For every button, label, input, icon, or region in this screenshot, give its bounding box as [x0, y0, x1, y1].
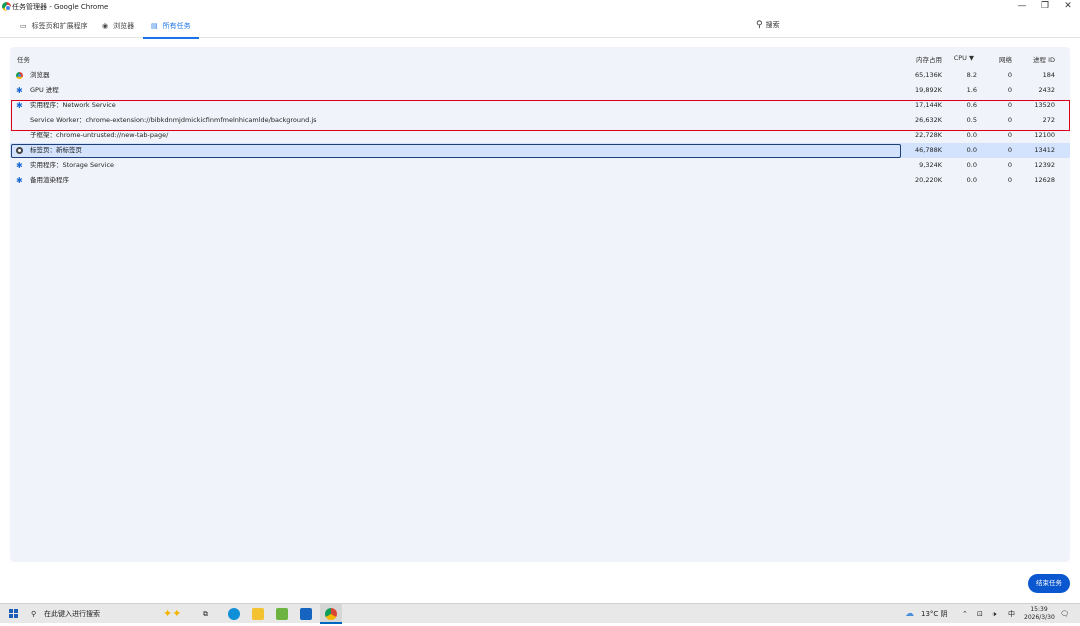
puzzle-icon: ✱: [16, 86, 23, 95]
minimize-button[interactable]: —: [1011, 0, 1033, 12]
table-row[interactable]: ✱ 备用渲染程序 20,220K 0.0 0 12628: [10, 173, 1070, 188]
pid-value: 12628: [1034, 176, 1055, 184]
table-row[interactable]: ✱ GPU 进程 19,892K 1.6 0 2432: [10, 83, 1070, 98]
list-icon: ▤: [151, 22, 158, 30]
store-icon[interactable]: [276, 608, 288, 620]
task-table: 任务 内存占用 CPU ▼ 网络 进程 ID 浏览器 65,136K 8.2 0…: [10, 47, 1070, 562]
memory-value: 9,324K: [919, 161, 942, 169]
taskbar-search-input[interactable]: 在此键入进行搜索: [44, 604, 100, 624]
notification-icon[interactable]: 🗨: [1060, 604, 1069, 624]
pid-value: 13412: [1034, 146, 1055, 154]
edge-icon[interactable]: [228, 608, 240, 620]
cpu-value: 0.0: [966, 161, 977, 169]
task-view-icon[interactable]: ⧉: [203, 604, 208, 624]
close-button[interactable]: ✕: [1057, 0, 1079, 12]
task-name: 备用渲染程序: [30, 176, 69, 184]
header-pid[interactable]: 进程 ID: [1033, 54, 1055, 64]
clock-time: 15:39: [1030, 606, 1048, 613]
task-name: 实用程序：Storage Service: [30, 161, 115, 169]
network-value: 0: [1007, 146, 1012, 154]
table-row[interactable]: 浏览器 65,136K 8.2 0 184: [10, 68, 1070, 83]
table-row[interactable]: ✱ 实用程序：Storage Service 9,324K 0.0 0 1239…: [10, 158, 1070, 173]
clock[interactable]: 15:39 2026/3/30: [1024, 606, 1055, 626]
tab-browser[interactable]: ◉ 浏览器: [102, 14, 134, 38]
highlight-annotation-box: [11, 100, 1070, 131]
task-name: 浏览器: [30, 71, 50, 79]
chrome-taskbar-button[interactable]: [320, 604, 342, 624]
header-cpu[interactable]: CPU ▼: [954, 54, 974, 62]
network-icon[interactable]: ⊡: [977, 604, 983, 624]
search-input[interactable]: ⚲ 搜索: [756, 20, 780, 30]
network-value: 0: [1007, 71, 1012, 79]
end-task-button[interactable]: 结束任务: [1028, 574, 1070, 593]
cloud-icon: ☁: [905, 609, 914, 619]
search-icon: ⚲: [756, 20, 763, 30]
tab-all-tasks[interactable]: ▤ 所有任务: [143, 14, 199, 39]
tab-label: 标签页和扩展程序: [31, 22, 88, 30]
chrome-icon: [16, 72, 23, 79]
puzzle-icon: ✱: [16, 161, 23, 170]
tab-label: 浏览器: [113, 22, 135, 30]
memory-value: 65,136K: [914, 71, 942, 79]
cpu-value: 0.0: [966, 146, 977, 154]
windows-start-icon[interactable]: [9, 609, 18, 618]
window-title: 任务管理器 - Google Chrome: [12, 3, 109, 11]
title-bar: 任务管理器 - Google Chrome — ❐ ✕: [0, 0, 1080, 13]
memory-value: 19,892K: [914, 86, 942, 94]
chrome-logo-icon: [2, 2, 11, 11]
memory-value: 46,788K: [914, 146, 942, 154]
selection-focus-outline: [11, 144, 901, 158]
pid-value: 184: [1042, 71, 1055, 79]
tab-window-icon: ▭: [20, 22, 27, 30]
clock-date: 2026/3/30: [1024, 614, 1055, 621]
cpu-value: 8.2: [966, 71, 977, 79]
header-task[interactable]: 任务: [17, 54, 30, 64]
tab-tabs-extensions[interactable]: ▭ 标签页和扩展程序: [20, 14, 88, 38]
chrome-icon: [325, 608, 337, 620]
volume-icon[interactable]: 🕩: [992, 604, 996, 624]
task-name: GPU 进程: [30, 86, 59, 94]
memory-value: 20,220K: [914, 176, 942, 184]
file-explorer-icon[interactable]: [252, 608, 264, 620]
sparkle-icon[interactable]: ✦✦: [163, 604, 181, 624]
tab-label: 所有任务: [162, 22, 191, 30]
restore-button[interactable]: ❐: [1034, 0, 1056, 12]
header-network[interactable]: 网络: [999, 54, 1012, 64]
search-placeholder: 搜索: [765, 21, 780, 29]
chevron-up-icon[interactable]: ⌃: [962, 604, 968, 624]
weather-text[interactable]: 13°C 阴: [921, 604, 948, 624]
puzzle-icon: ✱: [16, 176, 23, 185]
network-value: 0: [1007, 86, 1012, 94]
network-value: 0: [1007, 176, 1012, 184]
chrome-icon: ◉: [102, 22, 109, 30]
cpu-value: 1.6: [966, 86, 977, 94]
pid-value: 2432: [1038, 86, 1055, 94]
ime-indicator[interactable]: 中: [1008, 604, 1015, 624]
windows-taskbar: ⚲ 在此键入进行搜索 ✦✦ ⧉ ☁ 13°C 阴 ⌃ ⊡ 🕩 中 15:39 2…: [0, 603, 1080, 626]
network-value: 0: [1007, 161, 1012, 169]
taskbar-search-icon[interactable]: ⚲: [31, 604, 36, 624]
tab-bar: ▭ 标签页和扩展程序 ◉ 浏览器 ▤ 所有任务: [0, 14, 1080, 39]
pid-value: 12392: [1034, 161, 1055, 169]
mail-icon[interactable]: [300, 608, 312, 620]
cpu-value: 0.0: [966, 176, 977, 184]
header-memory[interactable]: 内存占用: [916, 54, 942, 64]
